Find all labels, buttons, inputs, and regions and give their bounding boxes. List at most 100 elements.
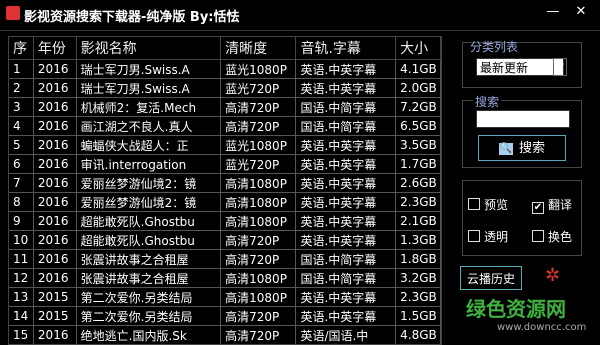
cell-title: 超能敢死队.Ghostbu [76, 230, 222, 250]
results-table[interactable]: 序 年份 影视名称 清晰度 音轨.字幕 大小 1 2016 瑞士军刀男.Swiss.… [8, 36, 442, 345]
search-input[interactable] [476, 110, 570, 128]
transparent-checkbox-box[interactable] [468, 230, 480, 242]
cell-index: 14 [9, 306, 34, 326]
cell-title: 爱丽丝梦游仙境2：镜 [76, 173, 222, 193]
search-icon: 🔍 [498, 142, 513, 155]
cell-size: 1.8GB [395, 249, 441, 269]
cell-size: 4.1GB [395, 59, 441, 79]
cell-title: 第二次爱你.另类结局 [76, 306, 222, 326]
cell-index: 3 [9, 97, 34, 117]
cell-year: 2016 [33, 135, 77, 155]
cell-size: 2.3GB [395, 287, 441, 307]
minimize-button[interactable]: — [546, 5, 560, 19]
cell-index: 1 [9, 59, 34, 79]
table-row[interactable]: 6 2016 审讯.interrogation 蓝光720P 英语.中英字幕 1.7GB [9, 154, 441, 174]
table-row[interactable]: 3 2016 机械师2：复活.Mech 高清720P 国语.中简字幕 7.2GB [9, 97, 441, 117]
cell-audio-subtitles: 英语.中英字幕 [295, 230, 397, 250]
cell-audio-subtitles: 英语.中英字幕 [295, 192, 397, 212]
transparent-label: 透明 [484, 230, 509, 244]
cell-title: 爱丽丝梦游仙境2：镜 [76, 192, 222, 212]
color-label: 换色 [548, 230, 573, 244]
watermark-logo-text: 绿色资源网 [466, 297, 566, 321]
cell-title: 超能敢死队.Ghostbu [76, 211, 222, 231]
header-title[interactable]: 影视名称 [76, 37, 222, 60]
table-row[interactable]: 5 2016 蝙蝠侠大战超人：正 蓝光1080P 英语.中英字幕 3.5GB [9, 135, 441, 155]
cell-size: 7.2GB [395, 97, 441, 117]
header-audio-subtitles[interactable]: 音轨.字幕 [295, 37, 397, 60]
sort-label: 分类列表 [470, 40, 519, 54]
transparent-checkbox[interactable]: 透明 [468, 228, 508, 245]
table-row[interactable]: 12 2016 张震讲故事之合租屋 高清1080P 国语.中简字幕 3.2GB [9, 268, 441, 288]
table-row[interactable]: 10 2016 超能敢死队.Ghostbu 高清720P 英语.中英字幕 1.3GB [9, 230, 441, 250]
chevron-down-icon[interactable]: ▼ [553, 58, 567, 76]
cell-quality: 蓝光720P [220, 78, 297, 98]
cell-index: 9 [9, 211, 34, 231]
cell-title: 第二次爱你.另类结局 [76, 287, 222, 307]
preview-checkbox[interactable]: 预览 [468, 196, 508, 213]
cell-index: 5 [9, 135, 34, 155]
table-row[interactable]: 15 2016 绝地逃亡.国内版.Sk 高清720P 英语/国语.中 4.8GB [9, 325, 441, 344]
cell-year: 2016 [33, 78, 77, 98]
cell-title: 张震讲故事之合租屋 [76, 268, 222, 288]
table-header-row: 序 年份 影视名称 清晰度 音轨.字幕 大小 [9, 37, 441, 60]
search-button[interactable]: 🔍 搜索 [478, 135, 566, 161]
cell-index: 13 [9, 287, 34, 307]
cell-title: 绝地逃亡.国内版.Sk [76, 325, 222, 344]
cell-quality: 高清720P [220, 325, 297, 344]
check-icon[interactable]: ✔ [532, 202, 544, 214]
translate-checkbox[interactable]: ✔ 翻译 [532, 196, 572, 214]
table-row[interactable]: 1 2016 瑞士军刀男.Swiss.A 蓝光1080P 英语.中英字幕 4.1GB [9, 59, 441, 79]
table-row[interactable]: 8 2016 爱丽丝梦游仙境2：镜 高清1080P 英语.中英字幕 2.3GB [9, 192, 441, 212]
cell-audio-subtitles: 英语.中英字幕 [295, 211, 397, 231]
sort-select[interactable]: 最新更新 [476, 58, 564, 76]
table-row[interactable]: 7 2016 爱丽丝梦游仙境2：镜 高清1080P 英语.中英字幕 2.6GB [9, 173, 441, 193]
cloud-history-button[interactable]: 云播历史 [460, 266, 522, 290]
header-quality[interactable]: 清晰度 [220, 37, 297, 60]
cell-size: 1.7GB [395, 154, 441, 174]
cell-size: 1.3GB [395, 230, 441, 250]
cell-quality: 蓝光1080P [220, 135, 297, 155]
cell-year: 2016 [33, 268, 77, 288]
cell-year: 2016 [33, 154, 77, 174]
cell-size: 2.1GB [395, 211, 441, 231]
cell-index: 7 [9, 173, 34, 193]
cell-year: 2016 [33, 173, 77, 193]
cell-year: 2015 [33, 287, 77, 307]
cell-year: 2016 [33, 325, 77, 344]
table-row[interactable]: 13 2015 第二次爱你.另类结局 高清1080P 英语.中英字幕 2.3GB [9, 287, 441, 307]
cell-quality: 高清1080P [220, 268, 297, 288]
cell-title: 瑞士军刀男.Swiss.A [76, 59, 222, 79]
cell-index: 12 [9, 268, 34, 288]
cell-quality: 高清1080P [220, 192, 297, 212]
color-checkbox-box[interactable] [532, 230, 544, 242]
cell-audio-subtitles: 英语.中英字幕 [295, 154, 397, 174]
color-checkbox[interactable]: 换色 [532, 228, 572, 245]
cell-quality: 高清1080P [220, 287, 297, 307]
table-row[interactable]: 14 2015 第二次爱你.另类结局 高清720P 英语.中英字幕 1.5GB [9, 306, 441, 326]
preview-checkbox-box[interactable] [468, 198, 480, 210]
gear-icon[interactable]: ✲ [545, 266, 560, 286]
header-index[interactable]: 序 [9, 37, 34, 60]
app-icon [6, 6, 20, 20]
cell-quality: 高清1080P [220, 211, 297, 231]
cell-index: 8 [9, 192, 34, 212]
close-button[interactable]: ✕ [574, 5, 588, 19]
cell-title: 机械师2：复活.Mech [76, 97, 222, 117]
cell-size: 6.5GB [395, 116, 441, 136]
cell-index: 6 [9, 154, 34, 174]
window-title: 影视资源搜索下载器-纯净版 By:恬怯 [24, 10, 240, 25]
header-size[interactable]: 大小 [395, 37, 441, 60]
cell-year: 2016 [33, 211, 77, 231]
table-row[interactable]: 9 2016 超能敢死队.Ghostbu 高清1080P 英语.中英字幕 2.1GB [9, 211, 441, 231]
header-year[interactable]: 年份 [33, 37, 77, 60]
table-row[interactable]: 4 2016 画江湖之不良人.真人 高清720P 国语.中简字幕 6.5GB [9, 116, 441, 136]
cell-audio-subtitles: 英语.中英字幕 [295, 78, 397, 98]
cell-title: 审讯.interrogation [76, 154, 222, 174]
table-row[interactable]: 11 2016 张震讲故事之合租屋 高清720P 国语.中简字幕 1.8GB [9, 249, 441, 269]
cell-index: 11 [9, 249, 34, 269]
cell-audio-subtitles: 国语.中简字幕 [295, 249, 397, 269]
cell-audio-subtitles: 国语.中简字幕 [295, 268, 397, 288]
search-label: 搜索 [473, 93, 502, 110]
cell-size: 2.0GB [395, 78, 441, 98]
table-row[interactable]: 2 2016 瑞士军刀男.Swiss.A 蓝光720P 英语.中英字幕 2.0GB [9, 78, 441, 98]
